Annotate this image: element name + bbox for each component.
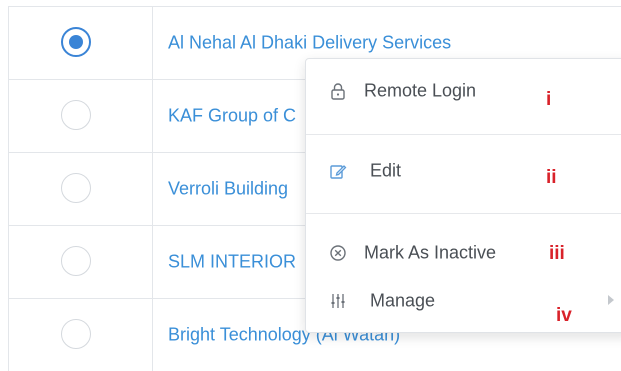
row-radio[interactable] — [61, 319, 91, 349]
annotation-marker: iv — [556, 305, 572, 326]
select-cell — [9, 7, 153, 79]
menu-divider — [306, 134, 621, 135]
row-actions-menu: Remote Login i Edit ii Mark As Inactive … — [305, 58, 621, 333]
chevron-right-icon — [608, 295, 614, 305]
edit-icon — [328, 161, 348, 181]
menu-item-label: Remote Login — [364, 80, 477, 101]
company-link[interactable]: Al Nehal Al Dhaki Delivery Services — [168, 33, 451, 54]
menu-divider — [306, 213, 621, 214]
menu-item-mark-as-inactive[interactable]: Mark As Inactive — [306, 233, 621, 273]
screen: Al Nehal Al Dhaki Delivery Services KAF … — [0, 0, 621, 371]
close-circle-icon — [328, 243, 348, 263]
select-cell — [9, 153, 153, 225]
row-radio[interactable] — [61, 173, 91, 203]
company-link[interactable]: KAF Group of C — [168, 106, 296, 127]
menu-item-manage[interactable]: Manage — [306, 281, 621, 321]
select-cell — [9, 299, 153, 371]
lock-icon — [328, 81, 348, 101]
menu-item-label: Edit — [370, 160, 402, 181]
row-radio[interactable] — [61, 100, 91, 130]
menu-item-label: Mark As Inactive — [364, 242, 497, 263]
company-link[interactable]: SLM INTERIOR — [168, 252, 296, 273]
sliders-icon — [328, 291, 348, 311]
company-link[interactable]: Verroli Building — [168, 179, 288, 200]
menu-item-label: Manage — [370, 290, 436, 311]
select-cell — [9, 80, 153, 152]
menu-item-remote-login[interactable]: Remote Login — [306, 71, 621, 111]
annotation-marker: ii — [546, 167, 557, 188]
row-radio[interactable] — [61, 246, 91, 276]
annotation-marker: iii — [549, 243, 565, 264]
select-cell — [9, 226, 153, 298]
row-radio-selected[interactable] — [61, 27, 91, 57]
menu-item-edit[interactable]: Edit — [306, 151, 621, 191]
annotation-marker: i — [546, 89, 552, 110]
